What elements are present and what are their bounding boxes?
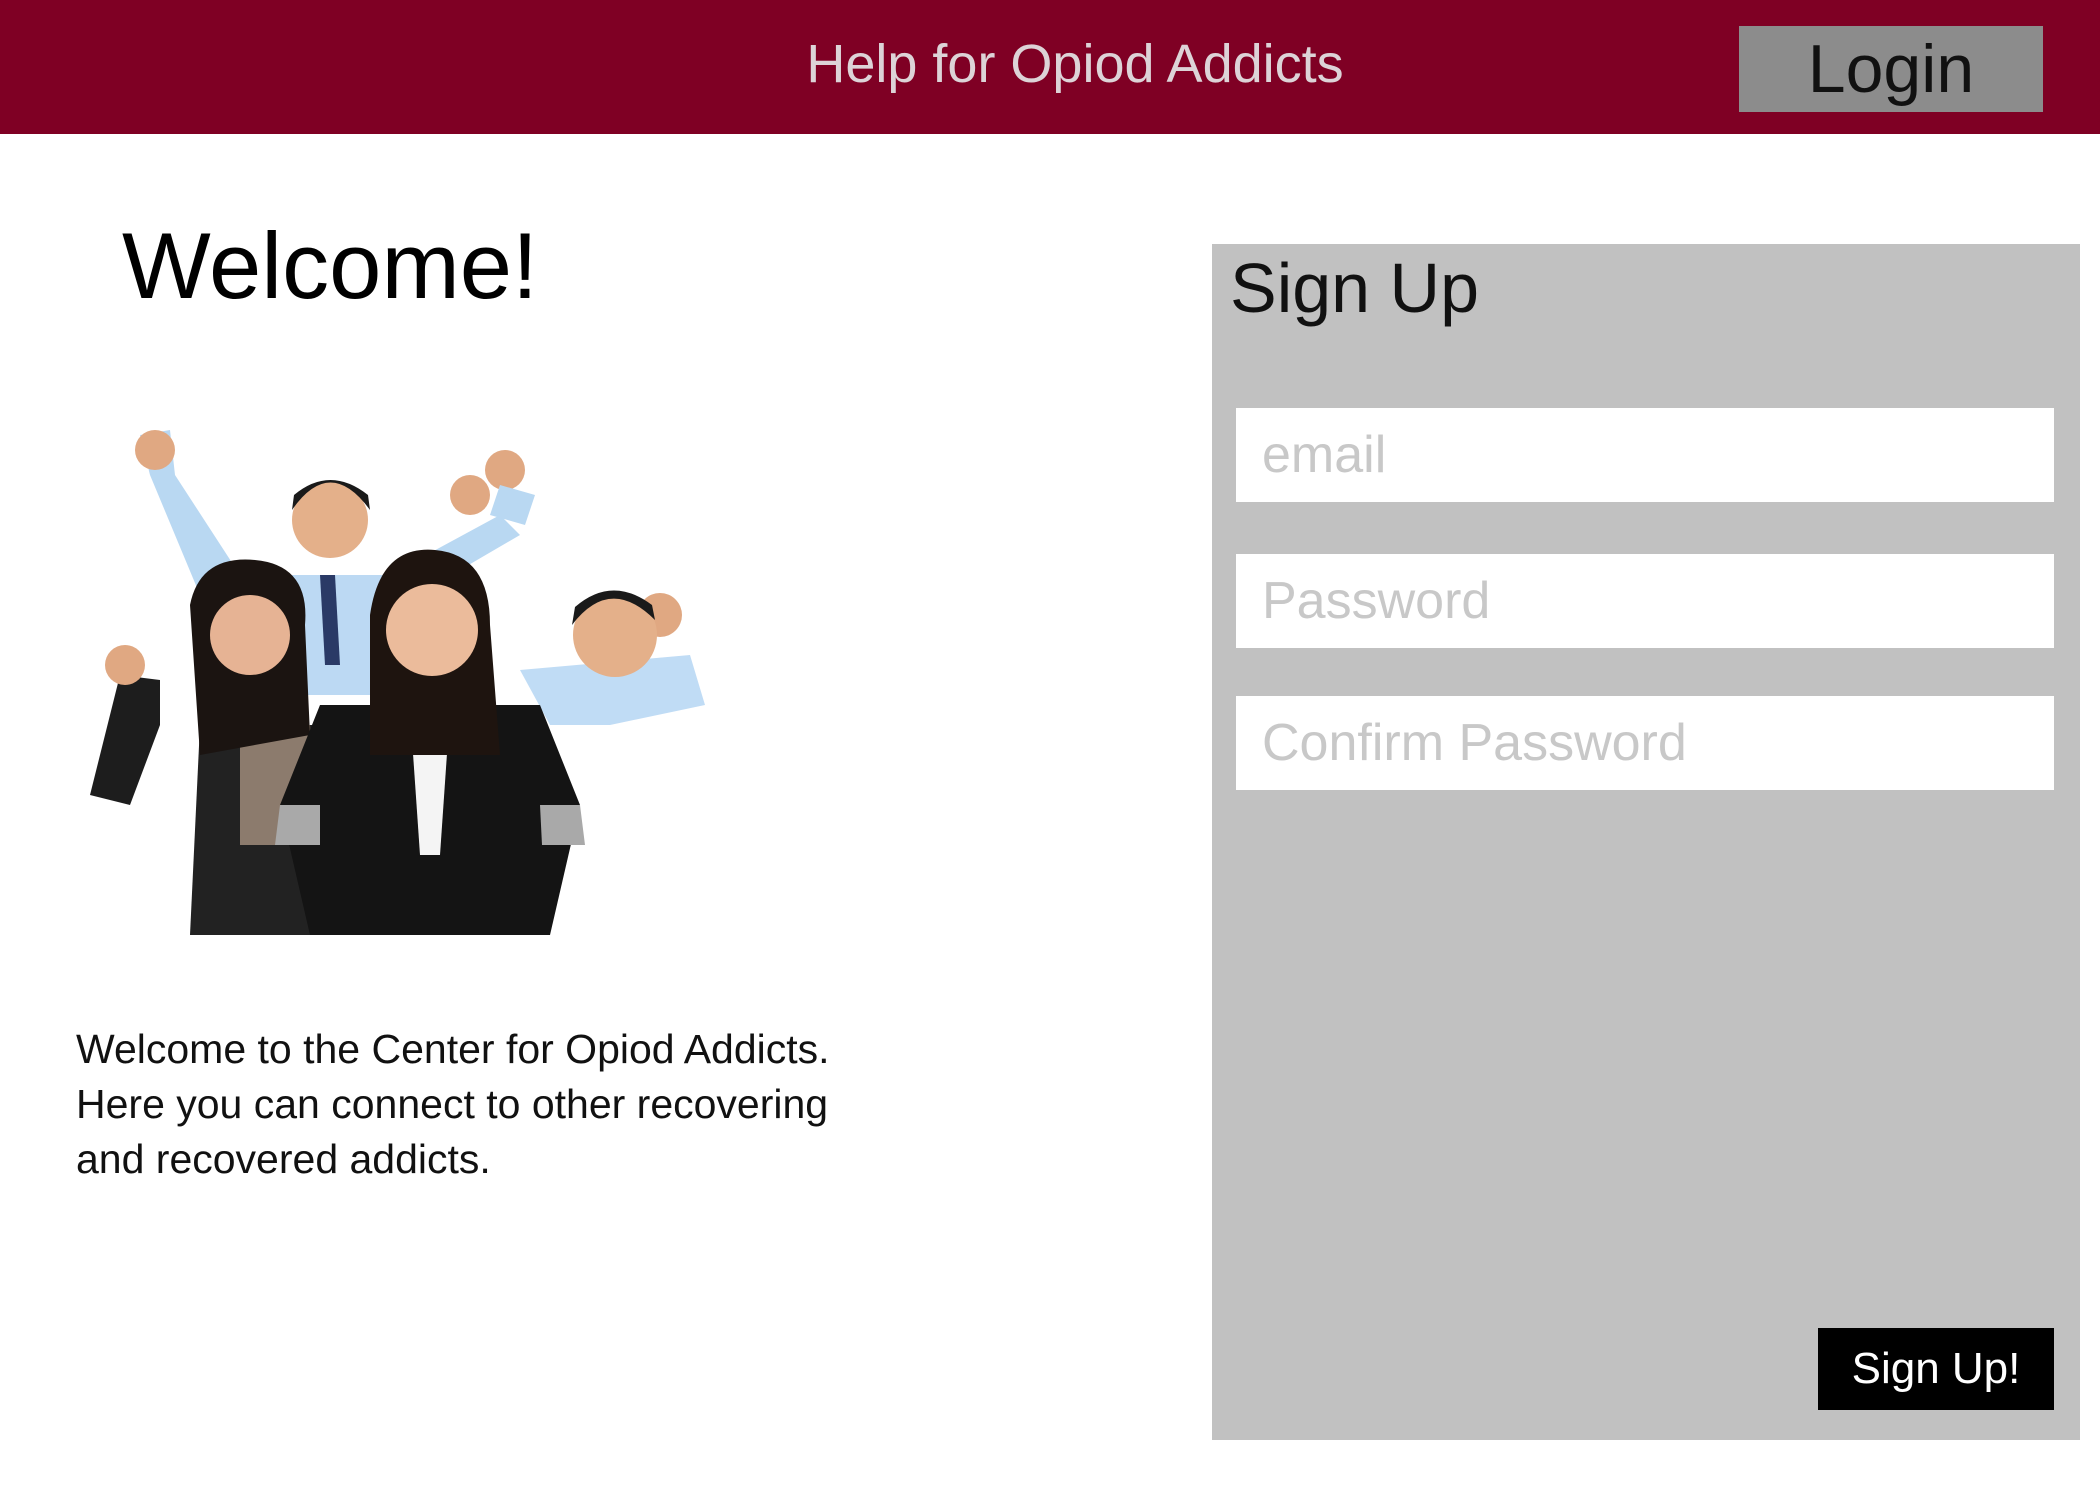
- signup-submit-button[interactable]: Sign Up!: [1818, 1328, 2054, 1410]
- login-button[interactable]: Login: [1739, 26, 2043, 112]
- hero-image: [90, 430, 705, 935]
- page: Help for Opiod Addicts Login Welcome! We…: [0, 0, 2100, 1500]
- welcome-heading: Welcome!: [122, 213, 539, 318]
- email-field[interactable]: [1236, 408, 2054, 502]
- password-field[interactable]: [1236, 554, 2054, 648]
- signup-title: Sign Up: [1230, 249, 1480, 327]
- confirm-password-field[interactable]: [1236, 696, 2054, 790]
- signup-panel: Sign Up Sign Up!: [1212, 244, 2080, 1440]
- person-right: [520, 590, 705, 725]
- header-bar: Help for Opiod Addicts Login: [0, 0, 2100, 134]
- intro-text: Welcome to the Center for Opiod Addicts.…: [76, 1026, 830, 1182]
